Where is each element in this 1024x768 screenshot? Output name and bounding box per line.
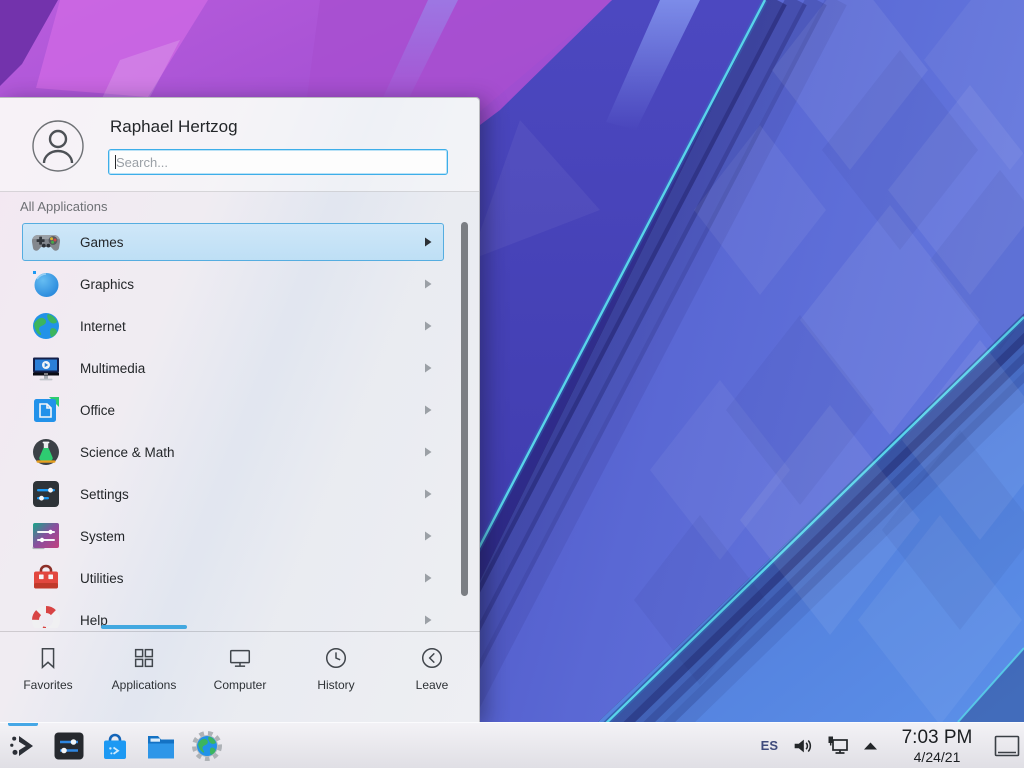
application-launcher-popup: Raphael Hertzog All Applications: [0, 97, 480, 722]
leave-icon: [419, 645, 445, 671]
tab-applications[interactable]: Applications: [96, 632, 192, 723]
submenu-arrow-icon: [424, 447, 432, 457]
submenu-arrow-icon: [424, 237, 432, 247]
submenu-arrow-icon: [424, 279, 432, 289]
clock-date: 4/24/21: [895, 750, 979, 764]
sphere-icon: [30, 268, 62, 300]
bookmark-icon: [35, 645, 61, 671]
launcher-tabbar: Favorites Applications: [0, 631, 480, 723]
application-launcher-button[interactable]: [6, 729, 40, 763]
tab-label: Computer: [214, 678, 267, 692]
list-item-games[interactable]: Games: [22, 223, 444, 261]
science-flask-icon: [30, 436, 62, 468]
tab-label: Applications: [112, 678, 177, 692]
taskbar-panel: ES 7:03 PM 4/24/21: [0, 722, 1024, 768]
tab-favorites[interactable]: Favorites: [0, 632, 96, 723]
list-item-label: Utilities: [80, 571, 424, 586]
submenu-arrow-icon: [424, 321, 432, 331]
submenu-arrow-icon: [424, 489, 432, 499]
globe-gear-icon: [190, 729, 224, 763]
settings-sliders-icon: [30, 478, 62, 510]
gamepad-icon: [30, 226, 62, 258]
digital-clock[interactable]: 7:03 PM 4/24/21: [895, 728, 979, 764]
show-desktop-button[interactable]: [992, 723, 1022, 768]
active-launcher-indicator: [8, 723, 38, 726]
user-avatar-icon: [32, 120, 84, 172]
list-item-settings[interactable]: Settings: [22, 475, 444, 513]
submenu-arrow-icon: [424, 405, 432, 415]
active-tab-indicator: [101, 625, 187, 629]
section-label: All Applications: [20, 199, 107, 214]
settings-app-icon: [52, 729, 86, 763]
grid-icon: [131, 645, 157, 671]
office-document-icon: [30, 394, 62, 426]
search-box: [108, 149, 448, 175]
list-item-label: Internet: [80, 319, 424, 334]
list-item-label: System: [80, 529, 424, 544]
list-scrollbar[interactable]: [461, 222, 468, 596]
list-item-system[interactable]: System: [22, 517, 444, 555]
discover-button[interactable]: [98, 729, 132, 763]
tab-leave[interactable]: Leave: [384, 632, 480, 723]
list-item-multimedia[interactable]: Multimedia: [22, 349, 444, 387]
tab-history[interactable]: History: [288, 632, 384, 723]
desktop: Raphael Hertzog All Applications: [0, 0, 1024, 768]
file-manager-button[interactable]: [144, 729, 178, 763]
web-browser-button[interactable]: [190, 729, 224, 763]
launcher-header: Raphael Hertzog: [0, 98, 479, 192]
clock-icon: [323, 645, 349, 671]
clock-time: 7:03 PM: [895, 728, 979, 747]
submenu-arrow-icon: [424, 363, 432, 373]
list-item-label: Science & Math: [80, 445, 424, 460]
tab-label: History: [317, 678, 354, 692]
list-item-label: Multimedia: [80, 361, 424, 376]
keyboard-layout-indicator[interactable]: ES: [761, 738, 778, 753]
system-settings-button[interactable]: [52, 729, 86, 763]
category-list: Games Graphics: [0, 219, 480, 628]
media-monitor-icon: [30, 352, 62, 384]
list-item-graphics[interactable]: Graphics: [22, 265, 444, 303]
show-desktop-icon: [994, 735, 1020, 757]
kickoff-icon: [6, 729, 40, 763]
list-item-office[interactable]: Office: [22, 391, 444, 429]
system-monitor-icon: [30, 520, 62, 552]
search-input[interactable]: [108, 149, 448, 175]
submenu-arrow-icon: [424, 615, 432, 625]
taskbar-launchers: [0, 729, 224, 763]
list-item-label: Games: [80, 235, 424, 250]
list-item-internet[interactable]: Internet: [22, 307, 444, 345]
lifebuoy-icon: [30, 604, 62, 628]
text-caret: [115, 155, 116, 169]
list-item-science-math[interactable]: Science & Math: [22, 433, 444, 471]
tab-label: Favorites: [23, 678, 72, 692]
globe-icon: [30, 310, 62, 342]
list-item-label: Graphics: [80, 277, 424, 292]
list-item-utilities[interactable]: Utilities: [22, 559, 444, 597]
discover-bag-icon: [98, 729, 132, 763]
volume-icon[interactable]: [791, 735, 813, 757]
network-icon[interactable]: [826, 734, 850, 758]
list-item-help[interactable]: Help: [22, 601, 444, 628]
system-tray: ES 7:03 PM 4/24/21: [761, 723, 1024, 768]
submenu-arrow-icon: [424, 531, 432, 541]
tab-label: Leave: [416, 678, 449, 692]
folder-icon: [144, 729, 178, 763]
user-name: Raphael Hertzog: [110, 117, 238, 137]
expand-arrow-icon[interactable]: [863, 741, 878, 751]
submenu-arrow-icon: [424, 573, 432, 583]
monitor-icon: [227, 645, 253, 671]
list-item-label: Office: [80, 403, 424, 418]
toolbox-icon: [30, 562, 62, 594]
list-item-label: Settings: [80, 487, 424, 502]
tab-computer[interactable]: Computer: [192, 632, 288, 723]
